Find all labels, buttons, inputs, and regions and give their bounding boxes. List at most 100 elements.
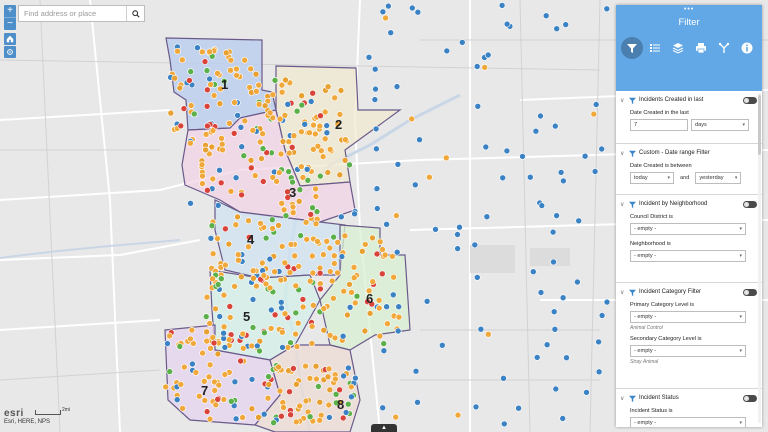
incident-marker[interactable] (232, 415, 240, 423)
incident-marker[interactable] (216, 313, 223, 320)
incident-marker[interactable] (206, 361, 214, 369)
incident-marker[interactable] (285, 149, 293, 157)
incident-marker[interactable] (373, 205, 381, 212)
incident-marker[interactable] (321, 108, 329, 116)
incident-marker[interactable] (258, 155, 265, 162)
incident-marker[interactable] (320, 326, 328, 334)
incident-marker[interactable] (239, 414, 246, 421)
incident-marker[interactable] (380, 340, 388, 347)
incident-marker[interactable] (595, 368, 603, 376)
incident-marker[interactable] (483, 213, 491, 220)
incident-marker[interactable] (292, 330, 299, 338)
incident-marker[interactable] (299, 174, 307, 181)
incident-marker[interactable] (350, 263, 358, 271)
incident-marker[interactable] (331, 94, 339, 102)
incident-marker[interactable] (210, 339, 218, 347)
incident-marker[interactable] (390, 273, 397, 281)
incident-marker[interactable] (226, 120, 233, 127)
incident-marker[interactable] (387, 29, 395, 37)
incident-marker[interactable] (209, 175, 217, 183)
incident-marker[interactable] (500, 374, 507, 382)
secondary-category-select[interactable]: - empty - ▾ (630, 345, 746, 357)
tool-directions[interactable] (713, 37, 735, 59)
end-date-select[interactable]: yesterday ▾ (695, 172, 742, 184)
incident-marker[interactable] (220, 396, 228, 403)
incident-marker[interactable] (240, 344, 247, 352)
incident-marker[interactable] (276, 387, 284, 395)
days-value-input[interactable]: 7 (630, 119, 688, 131)
incident-marker[interactable] (227, 188, 235, 195)
incident-marker[interactable] (282, 212, 290, 219)
incident-marker[interactable] (366, 310, 374, 317)
incident-marker[interactable] (292, 418, 300, 426)
incident-marker[interactable] (233, 72, 240, 79)
incident-marker[interactable] (216, 166, 223, 174)
incident-marker[interactable] (344, 311, 351, 319)
incident-marker[interactable] (203, 408, 211, 415)
incident-marker[interactable] (177, 122, 185, 130)
incident-marker[interactable] (414, 8, 422, 16)
incident-marker[interactable] (202, 313, 210, 320)
incident-marker[interactable] (385, 2, 392, 10)
incident-marker[interactable] (234, 112, 241, 119)
incident-marker[interactable] (393, 212, 400, 219)
incident-marker[interactable] (317, 285, 324, 293)
incident-marker[interactable] (290, 365, 297, 372)
tool-layers[interactable] (667, 37, 689, 59)
incident-marker[interactable] (380, 347, 388, 355)
incident-marker[interactable] (456, 223, 463, 231)
incident-marker[interactable] (167, 109, 175, 117)
incident-marker[interactable] (306, 374, 314, 382)
incident-marker[interactable] (471, 241, 479, 249)
incident-marker[interactable] (320, 305, 328, 312)
incident-marker[interactable] (291, 252, 299, 260)
incident-marker[interactable] (298, 92, 305, 99)
incident-marker[interactable] (278, 200, 286, 207)
incident-marker[interactable] (408, 4, 416, 12)
incident-marker[interactable] (238, 191, 245, 199)
unit-select[interactable]: days ▾ (691, 119, 749, 131)
incident-marker[interactable] (202, 146, 209, 154)
incident-marker[interactable] (281, 310, 289, 318)
incident-marker[interactable] (320, 251, 327, 258)
incident-marker[interactable] (379, 404, 387, 412)
incident-marker[interactable] (237, 357, 244, 365)
chevron-down-icon[interactable]: ∨ (620, 289, 627, 296)
incident-marker[interactable] (199, 48, 206, 56)
incident-marker[interactable] (340, 372, 347, 380)
incident-marker[interactable] (187, 102, 195, 109)
incident-marker[interactable] (326, 414, 333, 421)
incident-marker[interactable] (231, 99, 238, 106)
search-button[interactable] (126, 6, 144, 21)
incident-marker[interactable] (299, 296, 307, 303)
incident-marker[interactable] (261, 102, 269, 109)
incident-marker[interactable] (560, 177, 567, 185)
incident-marker[interactable] (334, 239, 342, 246)
incident-marker[interactable] (395, 303, 403, 311)
incident-marker[interactable] (256, 138, 264, 146)
incident-marker[interactable] (284, 344, 292, 351)
incident-marker[interactable] (302, 219, 310, 226)
incident-marker[interactable] (187, 139, 194, 147)
incident-marker[interactable] (326, 268, 334, 275)
incident-marker[interactable] (376, 238, 384, 246)
incident-marker[interactable] (312, 193, 320, 200)
incident-marker[interactable] (217, 179, 225, 187)
incident-marker[interactable] (275, 363, 282, 371)
incident-marker[interactable] (188, 326, 196, 334)
incident-marker[interactable] (484, 51, 492, 59)
incident-marker[interactable] (207, 344, 214, 352)
incident-marker[interactable] (259, 178, 267, 185)
incident-marker[interactable] (553, 212, 560, 219)
incident-marker[interactable] (265, 373, 272, 380)
chevron-down-icon[interactable]: ∨ (620, 150, 627, 157)
incident-marker[interactable] (265, 381, 273, 388)
incident-marker[interactable] (574, 278, 581, 286)
incident-marker[interactable] (281, 112, 289, 119)
incident-marker[interactable] (208, 222, 216, 229)
incident-marker[interactable] (237, 124, 245, 131)
incident-marker[interactable] (375, 296, 383, 304)
incident-marker[interactable] (279, 344, 286, 351)
incident-marker[interactable] (271, 77, 279, 84)
incident-marker[interactable] (220, 291, 228, 299)
